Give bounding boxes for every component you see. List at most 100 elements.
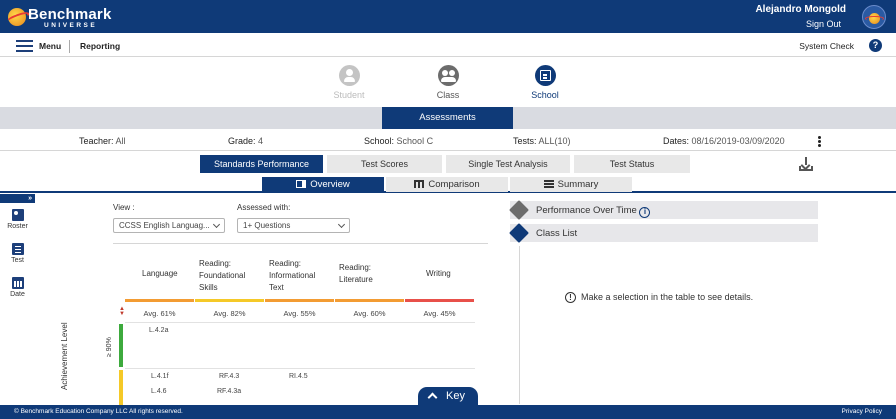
assessed-with-label: Assessed with:	[237, 203, 291, 212]
privacy-policy-link[interactable]: Privacy Policy	[842, 408, 882, 415]
brand-subtitle: UNIVERSE	[44, 22, 98, 29]
selection-message-text: Make a selection in the table to see det…	[581, 292, 754, 302]
avg-bar-informational	[265, 299, 334, 302]
sort-icon[interactable]: ▲ ▼	[119, 306, 125, 317]
hamburger-menu-icon[interactable]	[16, 40, 33, 52]
filter-dates[interactable]: Dates: 08/16/2019-03/09/2020	[663, 136, 785, 146]
avg-foundational: Avg. 82%	[213, 309, 246, 318]
left-rail: » Roster Test Date	[0, 194, 35, 304]
class-list-label: Class List	[536, 228, 578, 239]
performance-over-time-label: Performance Over Time	[536, 205, 637, 216]
filter-teacher[interactable]: Teacher: All	[79, 136, 126, 146]
rail-date[interactable]: Date	[0, 277, 35, 298]
avg-bar-foundational	[195, 299, 264, 302]
level-class-label[interactable]: Class	[418, 90, 478, 100]
level-selector: Student Class School	[0, 58, 896, 104]
tab-comparison-label: Comparison	[428, 179, 480, 190]
nav-bar: Menu Reporting System Check ?	[0, 36, 896, 57]
user-avatar[interactable]	[862, 5, 886, 29]
filter-teacher-value: All	[115, 136, 126, 146]
alert-icon: !	[565, 292, 576, 303]
level-student-label: Student	[333, 90, 365, 100]
standard-cell[interactable]: RF.4.3a	[217, 388, 241, 395]
key-button[interactable]: Key	[418, 387, 478, 405]
filter-grade-key: Grade:	[228, 136, 256, 146]
test-icon	[11, 243, 24, 255]
standard-cell[interactable]: RI.4.5	[289, 373, 308, 380]
rail-test[interactable]: Test	[0, 243, 35, 264]
panel-divider	[519, 246, 520, 404]
tab-single-test-analysis[interactable]: Single Test Analysis	[446, 155, 570, 173]
footer: © Benchmark Education Company LLC All ri…	[0, 405, 896, 419]
tab-standards-performance[interactable]: Standards Performance	[200, 155, 323, 173]
selection-message: ! Make a selection in the table to see de…	[565, 292, 753, 303]
level-class[interactable]: Class	[418, 65, 478, 100]
orbit-icon	[865, 16, 884, 21]
level-school-label[interactable]: School	[515, 90, 575, 100]
assessed-with-select[interactable]: 1+ Questions	[237, 218, 350, 233]
avg-language: Avg. 61%	[143, 309, 176, 318]
help-icon[interactable]: ?	[869, 39, 882, 52]
standard-cell[interactable]: L.4.1f	[151, 373, 169, 380]
filter-bar: Teacher: All Grade: 4 School: School C T…	[0, 131, 896, 151]
benchmark-logo[interactable]: Benchmark UNIVERSE	[5, 6, 111, 30]
level-school[interactable]: School	[515, 65, 575, 100]
rail-collapse-button[interactable]: »	[0, 194, 35, 203]
key-button-label: Key	[446, 390, 465, 402]
avg-bar-language	[125, 299, 194, 302]
avg-informational: Avg. 55%	[283, 309, 316, 318]
class-list-row[interactable]: Class List	[509, 223, 818, 243]
report-tabs: Standards Performance Test Scores Single…	[0, 155, 896, 173]
tab-test-status[interactable]: Test Status	[574, 155, 690, 173]
filter-school[interactable]: School: School C	[364, 136, 433, 146]
performance-over-time-title: Performance Over Time i	[536, 205, 651, 218]
overview-icon	[296, 180, 307, 188]
view-select[interactable]: CCSS English Languag...	[113, 218, 225, 233]
filter-tests[interactable]: Tests: ALL(10)	[513, 136, 571, 146]
standard-cell[interactable]: L.4.2a	[149, 327, 168, 334]
user-name: Alejandro Mongold	[755, 4, 846, 15]
top-header: Benchmark UNIVERSE Alejandro Mongold Sig…	[0, 0, 896, 35]
rail-roster[interactable]: Roster	[0, 209, 35, 230]
filter-dates-key: Dates:	[663, 136, 690, 146]
column-header-literature[interactable]: Reading: Literature	[339, 262, 394, 286]
sign-out-link[interactable]: Sign Out	[806, 19, 841, 29]
level-band-high	[119, 324, 123, 367]
tab-test-scores[interactable]: Test Scores	[327, 155, 442, 173]
filter-tests-value: ALL(10)	[538, 136, 571, 146]
column-header-language[interactable]: Language	[142, 268, 178, 280]
standard-cell[interactable]: RF.4.3	[219, 373, 239, 380]
chevron-up-icon	[427, 392, 438, 403]
tab-assessments[interactable]: Assessments	[382, 107, 513, 129]
column-header-foundational[interactable]: Reading: Foundational Skills	[199, 258, 261, 294]
filter-school-value: School C	[396, 136, 434, 146]
more-options-icon[interactable]	[818, 136, 821, 147]
tab-overview-label: Overview	[310, 179, 350, 190]
roster-icon	[11, 209, 24, 221]
tab-comparison[interactable]: Comparison	[386, 177, 508, 192]
system-check-link[interactable]: System Check	[799, 41, 854, 51]
rail-test-label: Test	[11, 257, 24, 264]
class-group-icon[interactable]	[437, 65, 459, 86]
tab-overview[interactable]: Overview	[262, 177, 384, 192]
calendar-icon	[11, 277, 24, 289]
assessed-select-value: 1+ Questions	[243, 221, 291, 230]
download-icon[interactable]	[799, 157, 813, 171]
performance-over-time-row[interactable]: Performance Over Time i	[509, 200, 818, 220]
level-student: Student	[319, 65, 379, 100]
info-icon[interactable]: i	[639, 207, 651, 218]
menu-button[interactable]: Menu	[39, 41, 61, 51]
filter-grade[interactable]: Grade: 4	[228, 136, 263, 146]
tab-summary-label: Summary	[557, 179, 599, 190]
student-icon	[338, 65, 360, 86]
school-icon[interactable]	[534, 65, 556, 86]
list-icon	[509, 223, 529, 243]
tab-summary[interactable]: Summary	[510, 177, 632, 192]
nav-divider	[69, 40, 70, 53]
breadcrumb-reporting: Reporting	[80, 41, 121, 51]
standard-cell[interactable]: L.4.6	[151, 388, 167, 395]
column-header-writing[interactable]: Writing	[426, 268, 451, 280]
copyright: © Benchmark Education Company LLC All ri…	[14, 408, 183, 415]
avg-writing: Avg. 45%	[423, 309, 456, 318]
column-header-informational[interactable]: Reading: Informational Text	[269, 258, 331, 294]
